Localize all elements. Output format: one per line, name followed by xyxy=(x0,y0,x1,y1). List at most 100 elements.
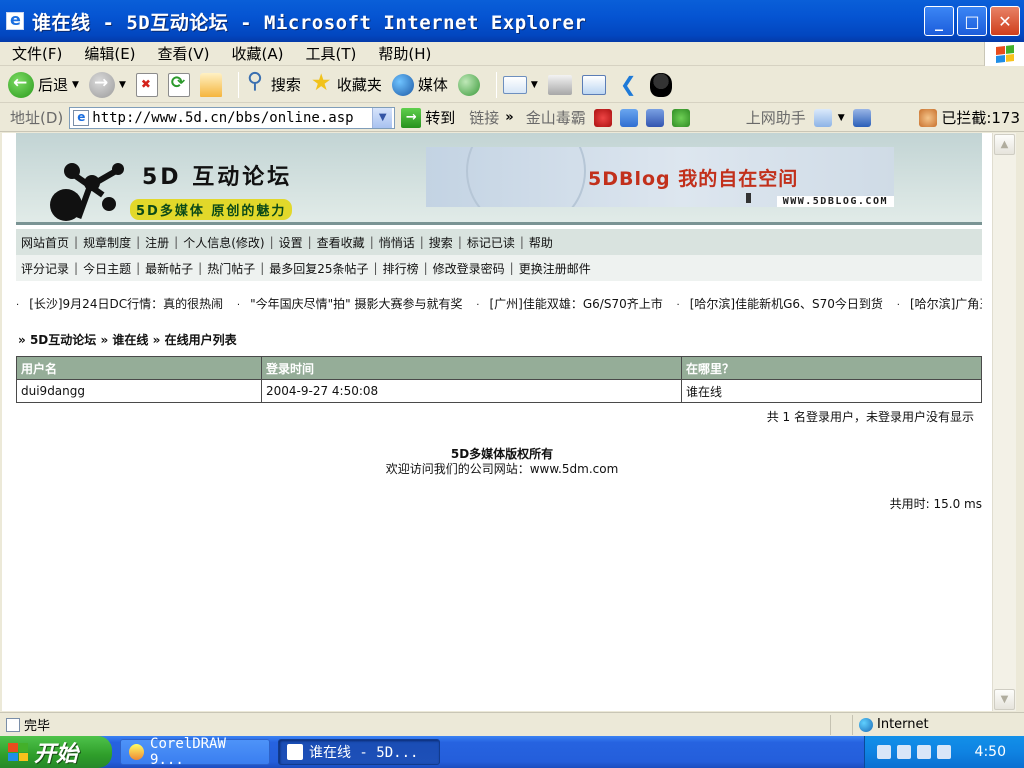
system-tray: 4:50 xyxy=(864,736,1024,768)
tray-icon[interactable] xyxy=(917,745,931,759)
menu-edit[interactable]: 编辑(E) xyxy=(72,43,145,64)
nav-separator: | xyxy=(457,235,462,249)
clock[interactable]: 4:50 xyxy=(975,744,1006,760)
toolbar-shortcut-icon[interactable] xyxy=(645,108,664,127)
blocked-count: 已拦截:173 xyxy=(941,109,1020,127)
ticker-item[interactable]: [哈尔滨]广角王，尼康84 xyxy=(910,297,982,311)
scroll-down-icon[interactable]: ▼ xyxy=(994,689,1015,710)
maximize-button[interactable]: □ xyxy=(957,6,987,36)
title-bar[interactable]: 谁在线 - 5D互动论坛 - Microsoft Internet Explor… xyxy=(0,0,1024,42)
standard-toolbar: 后退 ▼ ▼ 搜索 收藏夹 媒体 ▼ xyxy=(0,67,1024,103)
links-more-chevron[interactable]: » xyxy=(505,110,513,125)
back-button[interactable]: 后退 xyxy=(8,71,69,98)
url-input[interactable] xyxy=(92,109,373,126)
help-icon[interactable] xyxy=(897,745,911,759)
nav-change-email[interactable]: 更换注册邮件 xyxy=(519,260,591,277)
go-button[interactable]: → 转到 xyxy=(401,107,455,128)
nav-ranking[interactable]: 排行榜 xyxy=(383,260,419,277)
antivirus-icon[interactable] xyxy=(593,108,612,127)
vertical-scrollbar[interactable]: ▲ ▼ xyxy=(992,133,1016,711)
go-arrow-icon: → xyxy=(401,107,422,128)
nav-rating-log[interactable]: 评分记录 xyxy=(21,260,69,277)
nav-hot-posts[interactable]: 热门帖子 xyxy=(207,260,255,277)
nav-separator: | xyxy=(423,261,428,275)
network-icon[interactable] xyxy=(937,745,951,759)
menu-view[interactable]: 查看(V) xyxy=(146,43,220,64)
breadcrumb-section[interactable]: 谁在线 xyxy=(112,333,148,347)
search-button[interactable]: 搜索 xyxy=(245,69,301,97)
task-ie-window[interactable]: 谁在线 - 5D... xyxy=(278,739,440,765)
links-label[interactable]: 链接 xyxy=(469,107,499,128)
zone-label: Internet xyxy=(877,717,929,732)
favorites-button[interactable]: 收藏夹 xyxy=(311,70,382,97)
edit-icon xyxy=(581,74,606,95)
messenger-button[interactable] xyxy=(616,72,640,96)
edit-button[interactable] xyxy=(581,74,606,95)
ticker-item[interactable]: [哈尔滨]佳能新机G6、S70今日到货 xyxy=(690,297,883,311)
cell-location[interactable]: 谁在线 xyxy=(681,379,982,403)
cell-username[interactable]: dui9dangg xyxy=(16,379,262,403)
nav-separator: | xyxy=(509,261,514,275)
stop-button[interactable] xyxy=(135,72,158,97)
ticker-item[interactable]: "今年国庆尽情"拍" 摄影大赛参与就有奖 xyxy=(250,297,462,311)
refresh-button[interactable] xyxy=(167,72,190,97)
nav-register[interactable]: 注册 xyxy=(145,234,169,251)
menu-file[interactable]: 文件(F) xyxy=(0,43,72,64)
ticker-item[interactable]: [广州]佳能双雄：G6/S70齐上市 xyxy=(489,297,662,311)
menu-tools[interactable]: 工具(T) xyxy=(293,43,366,64)
close-button[interactable]: ✕ xyxy=(990,6,1020,36)
address-dropdown-icon[interactable]: ▼ xyxy=(372,107,393,128)
menu-help[interactable]: 帮助(H) xyxy=(366,43,441,64)
jinshan-toolbar-item[interactable]: 金山毒霸 xyxy=(526,107,586,128)
forward-dropdown-icon[interactable]: ▼ xyxy=(119,80,126,90)
nav-home[interactable]: 网站首页 xyxy=(21,234,69,251)
history-button[interactable] xyxy=(457,73,480,96)
mail-button[interactable] xyxy=(502,75,527,94)
blog-banner-ad[interactable]: 5DBlog 我的自在空间 WWW.5DBLOG.COM xyxy=(426,147,894,207)
popup-blocked-counter[interactable]: 已拦截:173 xyxy=(919,107,1020,128)
address-field[interactable]: ▼ xyxy=(69,106,396,129)
helper-dropdown-icon[interactable]: ▼ xyxy=(838,113,845,123)
toolbar-shortcut-icon[interactable] xyxy=(671,108,690,127)
security-zone[interactable]: Internet xyxy=(852,714,929,735)
nav-messages[interactable]: 悄悄话 xyxy=(379,234,415,251)
nav-favorites[interactable]: 查看收藏 xyxy=(317,234,365,251)
tray-icon[interactable] xyxy=(877,745,891,759)
address-bar: 地址(D) ▼ → 转到 链接 » 金山毒霸 上网助手 ▼ 已拦截:173 xyxy=(0,104,1024,132)
start-button[interactable]: 开始 xyxy=(0,736,112,768)
nav-rules[interactable]: 规章制度 xyxy=(83,234,131,251)
ticker-item[interactable]: [长沙]9月24日DC行情：真的很热闹 xyxy=(29,297,223,311)
scroll-up-icon[interactable]: ▲ xyxy=(994,134,1015,155)
nav-change-password[interactable]: 修改登录密码 xyxy=(433,260,505,277)
nav-profile[interactable]: 个人信息(修改) xyxy=(183,234,264,251)
minimize-button[interactable]: _ xyxy=(924,6,954,36)
media-button[interactable]: 媒体 xyxy=(391,73,448,96)
toolbar-shortcut-icon[interactable] xyxy=(619,108,638,127)
nav-mark-read[interactable]: 标记已读 xyxy=(467,234,515,251)
nav-today-topics[interactable]: 今日主题 xyxy=(83,260,131,277)
nav-latest-posts[interactable]: 最新帖子 xyxy=(145,260,193,277)
nav-separator: | xyxy=(74,261,79,275)
print-button[interactable] xyxy=(547,74,572,95)
nav-settings[interactable]: 设置 xyxy=(279,234,303,251)
nav-search[interactable]: 搜索 xyxy=(429,234,453,251)
home-button[interactable] xyxy=(199,72,222,97)
checkbox-icon[interactable] xyxy=(813,108,832,127)
nav-help[interactable]: 帮助 xyxy=(529,234,553,251)
ie-icon xyxy=(287,744,303,760)
task-coreldraw[interactable]: CorelDRAW 9... xyxy=(120,736,270,768)
qq-button[interactable] xyxy=(649,72,672,97)
breadcrumb-forum[interactable]: 5D互动论坛 xyxy=(30,333,96,347)
forward-button[interactable] xyxy=(88,71,115,98)
back-dropdown-icon[interactable]: ▼ xyxy=(72,80,79,90)
footer-company-link[interactable]: 欢迎访问我们的公司网站：www.5dm.com xyxy=(2,460,1002,477)
eraser-icon[interactable] xyxy=(852,108,871,127)
back-label: 后退 xyxy=(38,76,69,94)
nav-most-replies[interactable]: 最多回复25条帖子 xyxy=(269,260,368,277)
page-done-icon xyxy=(6,717,20,732)
toolbar-separator xyxy=(495,71,497,98)
helper-toolbar-item[interactable]: 上网助手 xyxy=(746,107,806,128)
menu-favorites[interactable]: 收藏(A) xyxy=(220,43,294,64)
ticker-bullet: · xyxy=(16,300,20,311)
mail-dropdown-icon[interactable]: ▼ xyxy=(531,80,538,90)
